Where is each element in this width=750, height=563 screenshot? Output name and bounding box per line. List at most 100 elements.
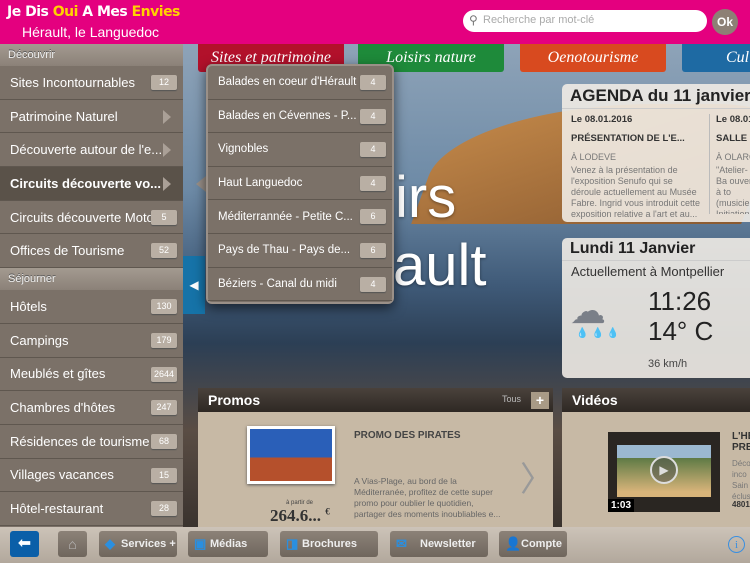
promo-title[interactable]: PROMO DES PIRATES bbox=[354, 430, 461, 441]
ok-button[interactable]: Ok bbox=[712, 9, 738, 35]
list-item[interactable]: Hôtels 130 bbox=[0, 290, 183, 324]
video-duration: 1:03 bbox=[608, 499, 635, 512]
count-badge: 2644 bbox=[150, 366, 177, 382]
list-item-label: Hôtels bbox=[10, 298, 47, 314]
list-item[interactable]: Villages vacances 15 bbox=[0, 459, 183, 493]
list-item[interactable]: Meublés et gîtes 2644 bbox=[0, 358, 183, 392]
compte-button[interactable]: 👤 Compte bbox=[499, 531, 567, 557]
weather-day: Lundi 11 Janvier bbox=[562, 238, 750, 261]
list-item-label: Patrimoine Naturel bbox=[10, 108, 118, 124]
plus-icon[interactable]: + bbox=[531, 392, 549, 409]
medias-label: Médias bbox=[210, 538, 248, 550]
tab-culture[interactable]: Cul bbox=[682, 44, 750, 72]
collapse-sidebar-button[interactable]: ◀ bbox=[183, 256, 205, 314]
brochures-button[interactable]: ◨ Brochures bbox=[280, 531, 378, 557]
list-item-label: Balades en Cévennes - P... bbox=[218, 109, 357, 122]
list-item[interactable]: Balades en coeur d'Hérault 4 bbox=[208, 66, 392, 100]
list-item-label: Méditerrannée - Petite C... bbox=[218, 210, 353, 223]
logo-text: Envies bbox=[131, 4, 181, 20]
list-item-label: Campings bbox=[10, 332, 69, 348]
list-item[interactable]: Circuits découverte vo... bbox=[0, 167, 183, 201]
list-item-label: Découverte autour de l'e... bbox=[10, 142, 163, 158]
brochure-icon: ◨ bbox=[286, 536, 299, 551]
play-icon[interactable]: ▶ bbox=[650, 456, 678, 484]
promo-price: 264.6... bbox=[270, 506, 321, 525]
media-icon: ▣ bbox=[194, 536, 207, 551]
services-label: Services + bbox=[121, 538, 176, 550]
list-item[interactable]: Sites Incontournables 12 bbox=[0, 66, 183, 100]
promo-image[interactable] bbox=[247, 426, 335, 484]
promos-panel: Promos Tous + à partir de 264.6... € PRO… bbox=[198, 388, 554, 527]
weather-time: 11:26 bbox=[648, 286, 712, 316]
count-badge: 247 bbox=[151, 400, 177, 416]
list-item[interactable]: Béziers - Canal du midi 4 bbox=[208, 268, 392, 302]
agenda-event[interactable]: Le 08.01 SALLE F À OLARG "Atelier-Ba ouv… bbox=[709, 114, 750, 214]
medias-button[interactable]: ▣ Médias bbox=[188, 531, 268, 557]
chevron-right-icon bbox=[163, 143, 171, 158]
list-item[interactable]: Pays de Thau - Pays de... 6 bbox=[208, 234, 392, 268]
list-item-label: Circuits découverte Moto bbox=[10, 209, 154, 225]
list-item[interactable]: Vignobles 4 bbox=[208, 133, 392, 167]
raindrops-icon: 💧💧💧 bbox=[576, 328, 623, 339]
video-thumbnail[interactable]: ▶ 1:03 bbox=[608, 432, 720, 512]
list-item-label: Balades en coeur d'Hérault bbox=[218, 76, 357, 89]
videos-panel: Vidéos ▶ 1:03 L'HEPRE Déco inco Sain écl… bbox=[562, 388, 750, 527]
info-icon[interactable]: i bbox=[728, 536, 745, 553]
envelope-icon: ✉ bbox=[396, 536, 407, 551]
video-title: PRE bbox=[732, 442, 750, 453]
list-item-label: Béziers - Canal du midi bbox=[218, 277, 337, 290]
list-item[interactable]: Méditerrannée - Petite C... 6 bbox=[208, 200, 392, 234]
list-item[interactable]: Circuits découverte Moto 5 bbox=[0, 201, 183, 235]
promos-all-label[interactable]: Tous bbox=[502, 394, 521, 404]
event-title: PRÉSENTATION DE L'E... bbox=[571, 133, 685, 144]
list-item[interactable]: Haut Languedoc 4 bbox=[208, 167, 392, 201]
list-item-label: Offices de Tourisme bbox=[10, 243, 125, 259]
event-date: Le 08.01.2016 bbox=[571, 114, 633, 125]
weather-card: Lundi 11 Janvier Actuellement à Montpell… bbox=[562, 238, 750, 378]
count-badge: 4 bbox=[360, 175, 386, 191]
count-badge: 5 bbox=[151, 209, 177, 225]
section-header: Séjourner bbox=[0, 268, 183, 291]
services-button[interactable]: ◆ Services + bbox=[99, 531, 177, 557]
agenda-card[interactable]: AGENDA du 11 janvier 2 Le 08.01.2016 PRÉ… bbox=[562, 84, 750, 222]
tag-icon: ◆ bbox=[105, 536, 115, 551]
list-item[interactable]: Balades en Cévennes - P... 4 bbox=[208, 100, 392, 134]
videos-title: Vidéos bbox=[562, 388, 750, 412]
count-badge: 4 bbox=[360, 142, 386, 158]
video-views: 4801 bbox=[732, 500, 750, 509]
search-placeholder: Recherche par mot-clé bbox=[483, 14, 595, 26]
weather-location: Actuellement à Montpellier bbox=[571, 264, 725, 279]
home-button[interactable]: ⌂ bbox=[58, 531, 87, 557]
search-input[interactable]: ⚲ Recherche par mot-clé bbox=[463, 10, 707, 32]
count-badge: 179 bbox=[151, 332, 177, 348]
user-icon: 👤 bbox=[505, 536, 522, 551]
list-item[interactable]: Offices de Tourisme 52 bbox=[0, 234, 183, 269]
logo[interactable]: Je Dis Oui A Mes Envies bbox=[7, 4, 180, 20]
list-item[interactable]: Résidences de tourisme 68 bbox=[0, 425, 183, 459]
logo-text: A Mes bbox=[77, 4, 132, 20]
list-item[interactable]: Hôtel-restaurant 28 bbox=[0, 492, 183, 526]
list-item[interactable]: Chambres d'hôtes 247 bbox=[0, 391, 183, 425]
list-item[interactable]: Campings 179 bbox=[0, 324, 183, 358]
list-item[interactable]: Patrimoine Naturel bbox=[0, 100, 183, 134]
list-item-label: Chambres d'hôtes bbox=[10, 400, 116, 416]
newsletter-button[interactable]: ✉ Newsletter bbox=[390, 531, 488, 557]
popover-arrow bbox=[196, 176, 206, 192]
tab-oenotourisme[interactable]: Oenotourisme bbox=[520, 44, 666, 72]
next-arrow-icon[interactable]: 〉 bbox=[520, 452, 554, 501]
event-text: "Atelier-Ba ouvert à to (musiciens Initi… bbox=[716, 165, 750, 214]
list-item[interactable]: Découverte autour de l'e... bbox=[0, 133, 183, 168]
list-item-label: Hôtel-restaurant bbox=[10, 501, 104, 517]
list-item-label: Vignobles bbox=[218, 143, 269, 156]
chevron-right-icon bbox=[163, 109, 171, 124]
weather-wind: 36 km/h bbox=[648, 358, 688, 370]
back-button[interactable]: ⬅ bbox=[10, 531, 39, 557]
hero-text-line2: ault bbox=[393, 233, 487, 298]
count-badge: 6 bbox=[360, 209, 386, 225]
back-arrow-icon: ⬅ bbox=[17, 535, 32, 552]
weather-temp: 14° C bbox=[648, 316, 714, 346]
agenda-event[interactable]: Le 08.01.2016 PRÉSENTATION DE L'E... À L… bbox=[571, 114, 703, 220]
subtitle: Hérault, le Languedoc bbox=[22, 24, 159, 40]
list-item-label: Résidences de tourisme bbox=[10, 433, 150, 449]
event-city: À LODEVE bbox=[571, 152, 617, 162]
